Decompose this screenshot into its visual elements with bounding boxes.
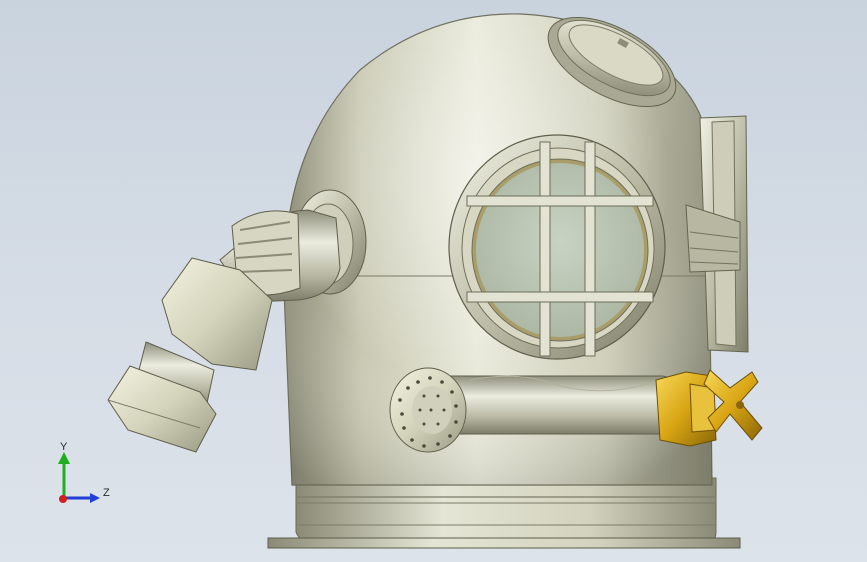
diving-helmet-model[interactable]	[0, 0, 867, 562]
air-valve	[655, 369, 763, 447]
y-axis-label: Y	[60, 441, 68, 453]
x-axis-point	[59, 495, 67, 503]
graphics-viewport[interactable]: Y Z	[0, 0, 867, 562]
z-axis-arrowhead	[90, 493, 100, 503]
z-axis-label: Z	[103, 487, 110, 499]
front-viewport-window	[448, 134, 666, 360]
y-axis-arrowhead	[58, 452, 70, 464]
air-inlet-pipe	[429, 375, 673, 435]
helmet-base-collar	[267, 477, 741, 549]
view-orientation-triad: Y Z	[58, 441, 110, 503]
strainer-ball	[389, 367, 467, 453]
